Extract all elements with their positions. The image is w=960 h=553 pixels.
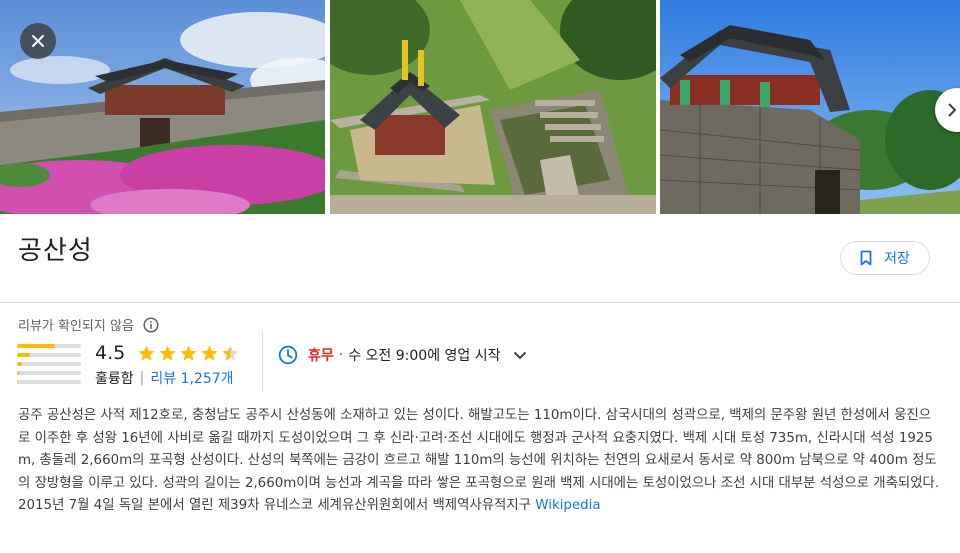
- clock-icon: [278, 345, 298, 365]
- photo-aerial-pavilion[interactable]: [330, 0, 656, 214]
- rating-bar-fill: [17, 344, 56, 348]
- star-half-icon: [222, 345, 239, 361]
- star-full-icon: [201, 345, 218, 361]
- bookmark-icon: [860, 250, 872, 266]
- star-full-icon: [138, 345, 155, 361]
- rating-bar: [17, 371, 81, 375]
- chevron-right-icon: [948, 103, 957, 117]
- place-description: 공주 공산성은 사적 제12호로, 충청남도 공주시 산성동에 소재하고 있는 …: [18, 405, 942, 518]
- rating-summary: 훌륭함 | 리뷰 1,257개: [95, 368, 234, 388]
- rating-bar-fill: [17, 371, 19, 375]
- star-full-icon: [180, 345, 197, 361]
- vertical-divider: [262, 331, 263, 392]
- rating-bar: [17, 362, 81, 366]
- rating-word: 훌륭함: [95, 371, 134, 387]
- rating-bar: [17, 344, 81, 348]
- review-notice-text: 리뷰가 확인되지 않음: [18, 319, 134, 334]
- review-notice: 리뷰가 확인되지 않음: [18, 315, 159, 334]
- hours-dot: ·: [338, 347, 344, 363]
- rating-bar-fill: [17, 353, 30, 357]
- photo-strip: [0, 0, 960, 214]
- close-button[interactable]: [20, 23, 56, 59]
- info-icon[interactable]: [143, 316, 159, 333]
- save-button[interactable]: 저장: [840, 241, 930, 275]
- hours-detail: 수 오전 9:00에 영업 시작: [348, 348, 501, 364]
- hours-status: 휴무: [308, 348, 334, 364]
- star-full-icon: [159, 345, 176, 361]
- place-title: 공산성: [18, 236, 93, 266]
- wikipedia-link[interactable]: Wikipedia: [535, 498, 600, 513]
- rating-separator: |: [139, 370, 145, 386]
- rating-stars: [137, 344, 240, 363]
- close-icon: [32, 35, 44, 47]
- rating-distribution: [17, 344, 81, 389]
- description-text: 공주 공산성은 사적 제12호로, 충청남도 공주시 산성동에 소재하고 있는 …: [18, 408, 940, 514]
- divider: [0, 302, 960, 303]
- rating-bar: [17, 353, 81, 357]
- rating-bar: [17, 380, 81, 384]
- hours-toggle[interactable]: 휴무 · 수 오전 9:00에 영업 시작: [278, 345, 529, 365]
- rating-bar-fill: [17, 362, 23, 366]
- reviews-link[interactable]: 리뷰 1,257개: [150, 368, 233, 388]
- photo-stone-gate-sky[interactable]: [660, 0, 960, 214]
- rating-bar-fill: [17, 380, 19, 384]
- chevron-down-icon: [513, 351, 526, 360]
- save-label: 저장: [884, 251, 910, 267]
- rating-value: 4.5: [95, 342, 126, 364]
